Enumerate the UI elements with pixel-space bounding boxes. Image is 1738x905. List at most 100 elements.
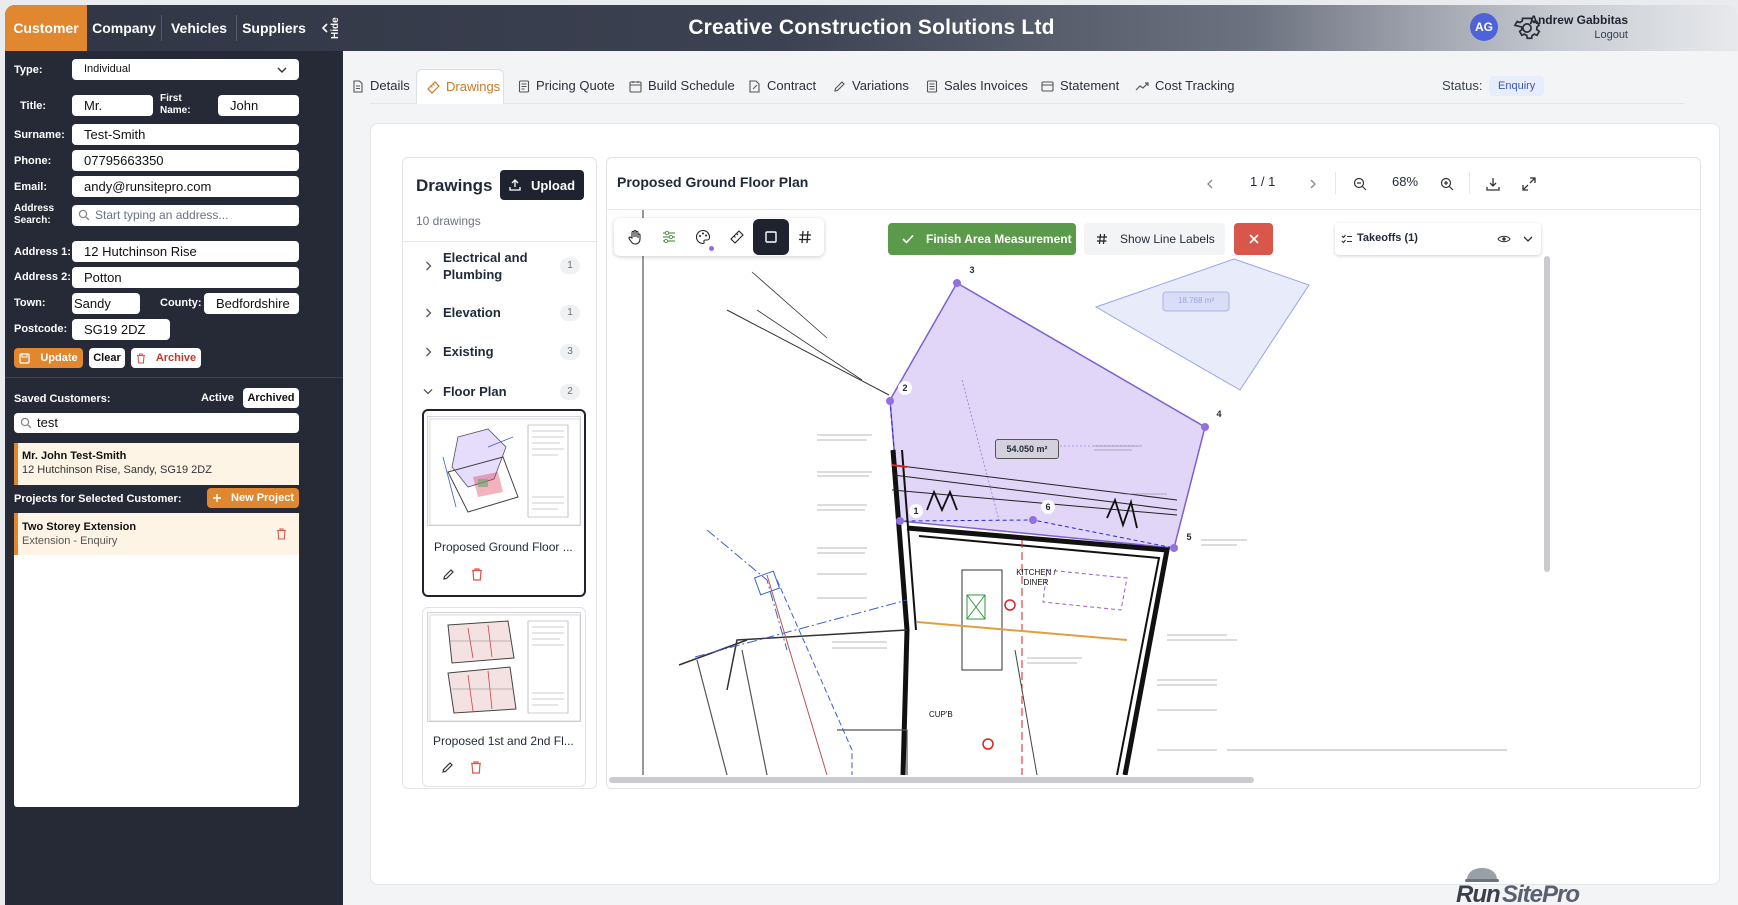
category-existing[interactable]: Existing 3 — [403, 343, 596, 383]
floor-plan-thumbnail-image — [429, 418, 581, 526]
cancel-measurement-button[interactable] — [1234, 223, 1273, 255]
floor-plan-thumbnail-image — [429, 614, 581, 722]
tab-company[interactable]: Company — [87, 5, 161, 51]
surname-field[interactable]: Test-Smith — [72, 124, 299, 145]
tab-pricing-quote[interactable]: Pricing Quote — [518, 69, 615, 103]
category-name: Floor Plan — [443, 384, 507, 399]
phone-field[interactable]: 07795663350 — [72, 150, 299, 171]
category-electrical-plumbing[interactable]: Electrical and Plumbing 1 — [403, 249, 596, 289]
hide-sidebar-button[interactable]: Hide — [319, 13, 349, 43]
drawing-thumbnail-card[interactable]: Proposed 1st and 2nd Fl... — [422, 607, 586, 787]
chevron-right-icon[interactable] — [1309, 179, 1317, 189]
upload-button[interactable]: Upload — [500, 170, 584, 200]
zoom-out-icon[interactable] — [1353, 177, 1367, 191]
expand-icon[interactable] — [1522, 177, 1536, 191]
edit-icon[interactable] — [442, 568, 455, 581]
measure-handle[interactable] — [1029, 516, 1037, 524]
takeoffs-panel[interactable]: Takeoffs (1) — [1335, 223, 1541, 255]
postcode-field[interactable]: SG19 2DZ — [72, 319, 170, 340]
chevron-down-icon[interactable] — [1523, 236, 1533, 243]
chevron-right-icon — [426, 308, 432, 318]
category-elevation[interactable]: Elevation 1 — [403, 304, 596, 344]
measure-line-tool-button[interactable] — [719, 219, 755, 255]
measure-handle[interactable] — [896, 517, 904, 525]
project-item[interactable]: Two Storey Extension Extension - Enquiry — [14, 513, 299, 555]
drawing-viewer: Proposed Ground Floor Plan 1 / 1 68% 54.… — [606, 157, 1701, 789]
trash-icon[interactable] — [471, 568, 483, 581]
customer-search-value: test — [37, 415, 58, 430]
customer-search-input[interactable]: test — [14, 413, 299, 433]
finish-area-measurement-button[interactable]: Finish Area Measurement — [888, 223, 1076, 255]
chevron-right-icon — [426, 261, 432, 271]
eye-icon[interactable] — [1497, 234, 1511, 244]
town-field[interactable]: Sandy — [72, 293, 140, 314]
area-tool-button[interactable] — [753, 219, 789, 255]
tab-label: Details — [370, 78, 410, 93]
address1-field[interactable]: 12 Hutchinson Rise — [72, 241, 299, 262]
divider — [1335, 172, 1336, 194]
measure-point-label: 2 — [898, 381, 912, 395]
trash-icon[interactable] — [276, 528, 287, 540]
tab-build-schedule[interactable]: Build Schedule — [629, 69, 735, 103]
chevron-left-icon[interactable] — [1206, 179, 1214, 189]
area-label[interactable]: 54.050 m² — [995, 439, 1059, 459]
main-content: Details Drawings Pricing Quote Build Sch… — [343, 51, 1738, 905]
measure-handle[interactable] — [1201, 423, 1209, 431]
measure-handle[interactable] — [953, 279, 961, 287]
logout-link[interactable]: Logout — [1529, 27, 1628, 43]
pan-tool-button[interactable] — [617, 219, 653, 255]
download-icon[interactable] — [1486, 177, 1500, 191]
email-field[interactable]: andy@runsitepro.com — [72, 176, 299, 197]
settings-button[interactable] — [1513, 14, 1541, 42]
address-search-input[interactable]: Start typing an address... — [72, 205, 299, 226]
archive-button[interactable]: Archive — [131, 348, 201, 368]
clear-button[interactable]: Clear — [89, 348, 125, 368]
saved-customer-item[interactable]: Mr. John Test-Smith 12 Hutchinson Rise, … — [14, 443, 299, 485]
tab-suppliers[interactable]: Suppliers — [237, 5, 311, 51]
tab-contract[interactable]: Contract — [748, 69, 816, 103]
horizontal-scrollbar[interactable] — [609, 777, 1254, 783]
title-field[interactable]: Mr. — [72, 95, 153, 116]
tab-variations[interactable]: Variations — [833, 69, 909, 103]
show-line-labels-button[interactable]: Show Line Labels — [1084, 223, 1225, 255]
tab-label: Cost Tracking — [1155, 78, 1235, 93]
measure-handle[interactable] — [1170, 544, 1178, 552]
logo-site: SitePro — [1502, 881, 1580, 905]
archived-toggle[interactable]: Archived — [243, 388, 299, 408]
edit-icon[interactable] — [441, 761, 454, 774]
tab-drawings[interactable]: Drawings — [416, 69, 504, 104]
tab-cost-tracking[interactable]: Cost Tracking — [1135, 69, 1234, 103]
active-toggle[interactable]: Active — [198, 388, 237, 408]
update-button[interactable]: Update — [14, 348, 83, 368]
zoom-level: 68% — [1392, 174, 1419, 189]
zoom-in-icon[interactable] — [1440, 177, 1454, 191]
drawing-thumbnail — [427, 612, 581, 722]
town-label: Town: — [14, 297, 46, 309]
drawing-thumbnail-card[interactable]: Proposed Ground Floor ... — [422, 409, 586, 597]
category-count: 2 — [560, 384, 580, 400]
app-window: Customer Company Vehicles Suppliers Hide… — [5, 5, 1738, 905]
tab-statement[interactable]: Statement — [1041, 69, 1119, 103]
tab-customer[interactable]: Customer — [5, 5, 87, 51]
measure-handle[interactable] — [886, 397, 894, 405]
divider — [1469, 172, 1470, 194]
type-select[interactable]: Individual — [72, 59, 299, 80]
count-tool-button[interactable] — [787, 219, 823, 255]
drawing-canvas[interactable]: 54.050 m² 18.768 m² KITCHEN / DINER CUP'… — [607, 209, 1700, 783]
new-project-button[interactable]: New Project — [207, 488, 299, 508]
address-search-label: Address Search: — [14, 203, 55, 226]
tab-vehicles[interactable]: Vehicles — [162, 5, 236, 51]
color-tool-button[interactable] — [685, 219, 721, 255]
color-indicator — [709, 246, 714, 251]
first-name-field[interactable]: John — [218, 95, 299, 116]
divider — [5, 377, 343, 378]
tab-label: Vehicles — [170, 20, 228, 36]
vertical-scrollbar[interactable] — [1544, 256, 1550, 572]
adjust-tool-button[interactable] — [651, 219, 687, 255]
tab-details[interactable]: Details — [352, 69, 410, 103]
county-field[interactable]: Bedfordshire — [204, 293, 299, 314]
address2-field[interactable]: Potton — [72, 267, 299, 288]
tab-sales-invoices[interactable]: Sales Invoices — [926, 69, 1028, 103]
avatar[interactable]: AG — [1470, 13, 1498, 41]
trash-icon[interactable] — [470, 761, 482, 774]
